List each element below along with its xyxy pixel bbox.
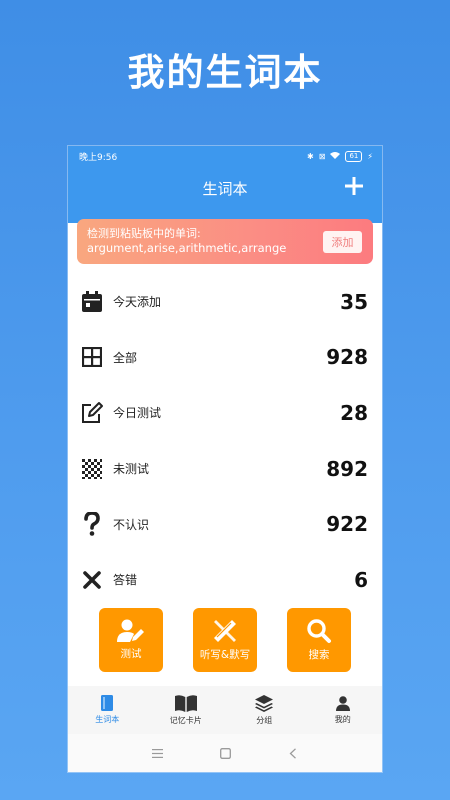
- page-title: 生词本: [202, 180, 248, 198]
- calendar-icon: [80, 290, 104, 314]
- tab-label: 我的: [334, 714, 351, 724]
- cross-icon: [80, 568, 104, 592]
- plus-icon: [345, 177, 363, 195]
- stat-row-today-added[interactable]: 今天添加 35: [68, 274, 382, 330]
- search-button[interactable]: 搜索: [287, 608, 351, 672]
- home-square-icon: [219, 747, 231, 759]
- phone-screen: 晚上9:56 ✱ ⊠ 61 ⚡ 生词本 检测到粘贴板中的单词: argument…: [68, 146, 382, 772]
- clipboard-add-button[interactable]: 添加: [323, 231, 362, 253]
- clipboard-words: argument,arise,arithmetic,arrange: [87, 241, 287, 255]
- action-buttons: 测试 听写&默写 搜索: [68, 608, 382, 672]
- edit-icon: [80, 401, 104, 425]
- stat-value: 892: [326, 456, 368, 481]
- person-icon: [335, 695, 350, 711]
- book-icon: [174, 694, 197, 712]
- status-icons: ✱ ⊠ 61 ⚡: [307, 150, 373, 162]
- home-nav-button[interactable]: [218, 746, 232, 760]
- clipboard-banner: 检测到粘贴板中的单词: argument,arise,arithmetic,ar…: [77, 219, 373, 264]
- vibrate-icon: ⊠: [318, 151, 326, 161]
- tab-vocabulary[interactable]: 生词本: [68, 686, 147, 734]
- stat-label: 今日测试: [113, 406, 162, 421]
- stat-label: 不认识: [113, 517, 150, 532]
- stat-label: 未测试: [113, 462, 150, 477]
- app-bar: 晚上9:56 ✱ ⊠ 61 ⚡ 生词本: [68, 146, 382, 223]
- battery-icon: 61: [345, 150, 363, 162]
- stat-value: 928: [326, 345, 368, 370]
- system-nav-bar: [68, 734, 382, 772]
- wifi-icon: [330, 151, 341, 161]
- tab-label: 记忆卡片: [169, 715, 202, 725]
- action-label: 搜索: [308, 649, 330, 661]
- charging-icon: ⚡: [367, 151, 373, 161]
- layers-icon: [255, 694, 274, 712]
- stat-row-today-test[interactable]: 今日测试 28: [68, 385, 382, 441]
- stat-label: 全部: [113, 350, 138, 365]
- test-button[interactable]: 测试: [99, 608, 163, 672]
- clipboard-label: 检测到粘贴板中的单词:: [87, 227, 201, 240]
- bluetooth-icon: ✱: [307, 151, 314, 161]
- tab-label: 分组: [256, 715, 273, 725]
- dots-grid-icon: [80, 457, 104, 481]
- grid-icon: [80, 345, 104, 369]
- bottom-tab-bar: 生词本 记忆卡片 分组 我的: [68, 686, 382, 734]
- pencil-ruler-icon: [214, 620, 236, 642]
- stat-label: 今天添加: [113, 295, 162, 310]
- back-nav-button[interactable]: [286, 746, 300, 760]
- stat-value: 922: [326, 512, 368, 537]
- stat-row-untested[interactable]: 未测试 892: [68, 441, 382, 497]
- question-icon: [80, 512, 104, 536]
- user-edit-icon: [117, 619, 144, 642]
- action-label: 测试: [120, 648, 142, 660]
- stat-value: 28: [340, 400, 368, 425]
- action-label: 听写&默写: [199, 649, 251, 661]
- menu-icon: [151, 748, 163, 758]
- stat-row-all[interactable]: 全部 928: [68, 330, 382, 386]
- promo-title: 我的生词本: [127, 51, 323, 94]
- tab-profile[interactable]: 我的: [304, 686, 383, 734]
- stat-label: 答错: [113, 573, 138, 588]
- stat-value: 6: [354, 567, 368, 592]
- dictation-button[interactable]: 听写&默写: [193, 608, 257, 672]
- add-word-button[interactable]: [342, 174, 366, 198]
- status-bar: 晚上9:56 ✱ ⊠ 61 ⚡: [68, 146, 382, 166]
- tab-label: 生词本: [95, 715, 120, 724]
- search-icon: [307, 619, 331, 643]
- stat-row-unknown[interactable]: 不认识 922: [68, 496, 382, 552]
- back-chevron-icon: [289, 747, 296, 759]
- stats-list: 今天添加 35 全部 928 今日测试 28 未测试 892 不认识 922 答…: [68, 274, 382, 608]
- tab-flashcards[interactable]: 记忆卡片: [147, 686, 226, 734]
- stat-value: 35: [340, 289, 368, 314]
- tab-groups[interactable]: 分组: [225, 686, 304, 734]
- status-time: 晚上9:56: [79, 152, 118, 163]
- notebook-icon: [101, 695, 114, 711]
- stat-row-wrong[interactable]: 答错 6: [68, 552, 382, 608]
- menu-nav-button[interactable]: [150, 746, 164, 760]
